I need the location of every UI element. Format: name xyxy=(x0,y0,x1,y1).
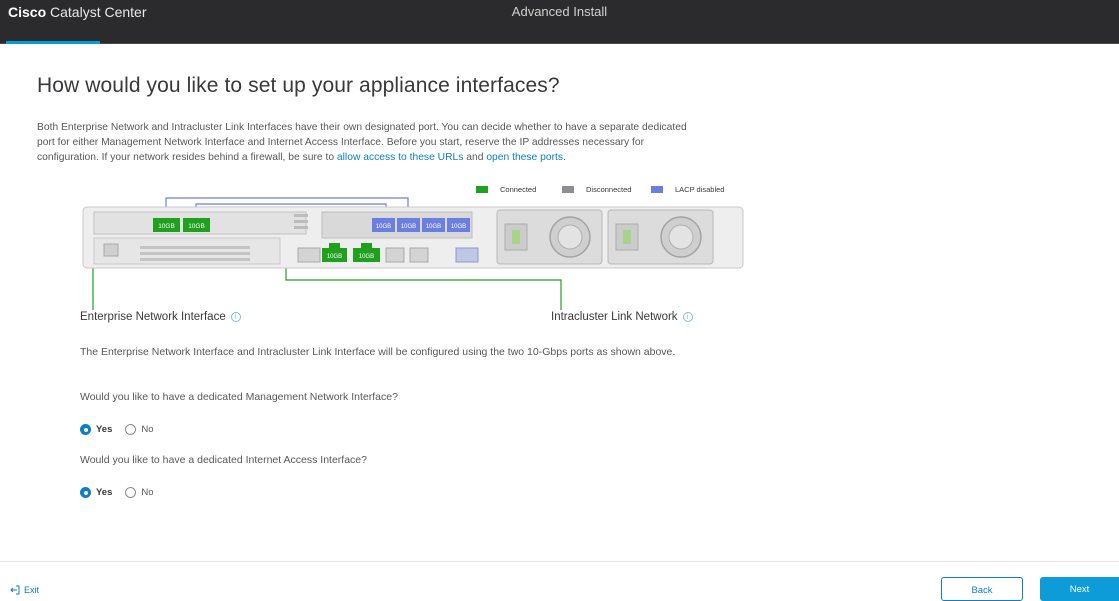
port-lacp-4: 10GB xyxy=(447,218,470,232)
port-intracluster-10gb-label: 10GB xyxy=(188,223,205,230)
management-yes-radio[interactable] xyxy=(80,424,91,435)
intro-text-part3: . xyxy=(563,152,566,164)
intro-text-part2: and xyxy=(463,152,487,164)
config-note: The Enterprise Network Interface and Int… xyxy=(80,346,676,358)
port-lacp-2-label: 10GB xyxy=(401,224,416,230)
port-lacp-3-label: 10GB xyxy=(426,224,441,230)
question-internet-access-interface: Would you like to have a dedicated Inter… xyxy=(80,454,367,466)
port-lacp-2: 10GB xyxy=(397,218,420,232)
exit-icon xyxy=(10,585,20,595)
port-lower-1-label: 10GB xyxy=(327,254,342,260)
internet-no-radio[interactable] xyxy=(125,487,137,498)
psu2-led xyxy=(623,230,631,244)
intro-text: Both Enterprise Network and Intracluster… xyxy=(37,120,707,166)
enterprise-network-interface-text: Enterprise Network Interface xyxy=(80,311,226,323)
next-button[interactable]: Next xyxy=(1040,577,1119,601)
port-intracluster-10gb: 10GB xyxy=(183,218,210,232)
management-no-radio[interactable] xyxy=(125,424,137,435)
enterprise-network-interface-label: Enterprise Network Interface i xyxy=(80,311,241,323)
port-lacp-1-label: 10GB xyxy=(376,224,391,230)
exit-link[interactable]: Exit xyxy=(10,585,39,595)
internet-yes-label[interactable]: Yes xyxy=(96,487,112,498)
internet-yes-radio[interactable] xyxy=(80,487,91,498)
internet-no-label[interactable]: No xyxy=(141,487,153,498)
vent-holes-2 xyxy=(294,214,308,229)
internet-interface-radio-group: Yes No xyxy=(80,487,154,498)
management-yes-label[interactable]: Yes xyxy=(96,424,112,435)
port-lower-2-label: 10GB xyxy=(359,254,374,260)
psu1-led xyxy=(512,230,520,244)
page-title: How would you like to set up your applia… xyxy=(37,74,560,97)
exit-label[interactable]: Exit xyxy=(24,585,39,595)
intracluster-link-network-text: Intracluster Link Network xyxy=(551,311,678,323)
open-ports-link[interactable]: open these ports xyxy=(486,152,563,163)
aux-port xyxy=(297,247,321,263)
mgmt-port-2 xyxy=(409,247,429,263)
enterprise-info-icon[interactable]: i xyxy=(230,312,241,322)
port-enterprise-10gb-label: 10GB xyxy=(158,223,175,230)
question-management-interface: Would you like to have a dedicated Manag… xyxy=(80,391,398,403)
progress-accent xyxy=(6,41,100,44)
port-lacp-4-label: 10GB xyxy=(451,224,466,230)
usb-block xyxy=(103,243,119,257)
intracluster-info-icon[interactable]: i xyxy=(682,312,693,322)
port-lacp-3: 10GB xyxy=(422,218,445,232)
allow-access-urls-link[interactable]: allow access to these URLs xyxy=(337,152,463,163)
vent-holes xyxy=(140,246,250,261)
port-lacp-1: 10GB xyxy=(372,218,395,232)
appliance-rear-panel-diagram: 10GB 10GB 10GB 10GB 10GB 10GB 10GB 10GB xyxy=(82,197,744,310)
wizard-title: Advanced Install xyxy=(511,4,608,19)
top-bar: Cisco Catalyst Center Advanced Install xyxy=(0,0,1119,44)
management-no-label[interactable]: No xyxy=(141,424,153,435)
management-interface-radio-group: Yes No xyxy=(80,424,154,435)
intracluster-link-network-label: Intracluster Link Network i xyxy=(551,311,693,323)
back-button[interactable]: Back xyxy=(941,577,1023,601)
topbar-divider xyxy=(0,43,1119,44)
port-enterprise-10gb: 10GB xyxy=(153,218,180,232)
vga-port xyxy=(455,247,479,263)
footer-divider xyxy=(0,561,1119,562)
mgmt-port-1 xyxy=(385,247,405,263)
